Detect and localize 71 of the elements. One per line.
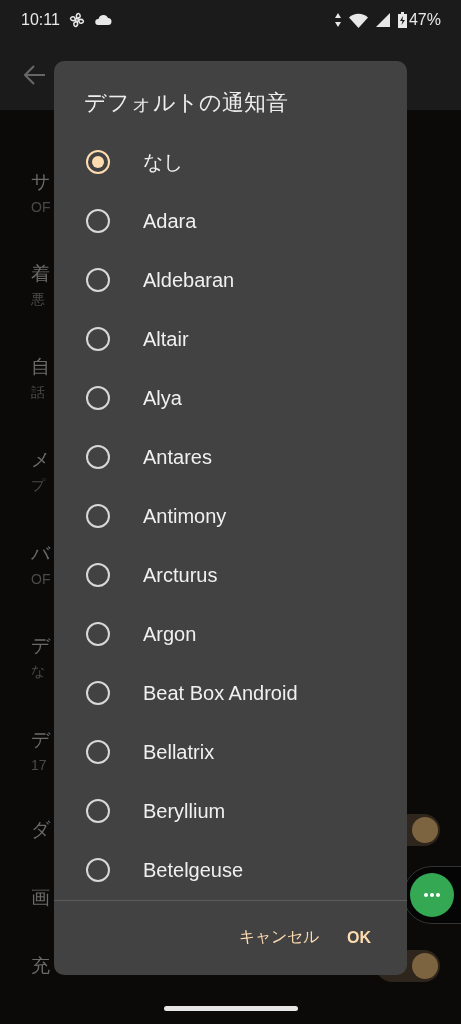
- ringtone-option[interactable]: Altair: [54, 309, 407, 369]
- option-label: Bellatrix: [143, 740, 215, 764]
- setting-title: サ: [31, 169, 50, 194]
- setting-title: 自: [31, 354, 50, 379]
- option-label: Aldebaran: [143, 268, 235, 292]
- cancel-button[interactable]: キャンセル: [231, 919, 327, 957]
- ringtone-option[interactable]: なし: [54, 132, 407, 192]
- radio-button[interactable]: [86, 209, 110, 233]
- setting-summary: OF: [31, 570, 51, 587]
- more-button[interactable]: [410, 873, 454, 917]
- option-label: Arcturus: [143, 563, 218, 587]
- cloud-icon: [93, 14, 112, 26]
- setting-title: 画: [31, 886, 50, 910]
- setting-title: 着: [31, 261, 50, 286]
- radio-button[interactable]: [86, 740, 110, 764]
- ringtone-option[interactable]: Beryllium: [54, 781, 407, 841]
- radio-button[interactable]: [86, 268, 110, 292]
- option-label: Betelgeuse: [143, 858, 244, 882]
- setting-title: デ: [31, 727, 50, 752]
- battery-icon: [397, 12, 407, 28]
- setting-summary: な: [31, 662, 45, 681]
- radio-button[interactable]: [86, 563, 110, 587]
- setting-summary: 話: [31, 383, 45, 402]
- option-label: Altair: [143, 327, 189, 351]
- ringtone-option[interactable]: Betelgeuse: [54, 840, 407, 900]
- more-dots-icon: [424, 893, 440, 897]
- option-label: Alya: [143, 386, 182, 410]
- wifi-icon: [348, 12, 368, 28]
- radio-button[interactable]: [86, 799, 110, 823]
- setting-summary: 悪: [31, 290, 45, 309]
- option-label: Antimony: [143, 504, 227, 528]
- radio-button[interactable]: [86, 327, 110, 351]
- option-label: Adara: [143, 209, 197, 233]
- radio-button[interactable]: [86, 445, 110, 469]
- dialog-title: デフォルトの通知音: [83, 89, 289, 117]
- back-arrow-icon[interactable]: [24, 65, 46, 85]
- radio-button[interactable]: [86, 386, 110, 410]
- ringtone-option[interactable]: Arcturus: [54, 545, 407, 605]
- navigation-handle[interactable]: [164, 1006, 298, 1011]
- status-time: 10:11: [21, 11, 60, 29]
- setting-summary: プ: [31, 476, 45, 495]
- option-label: Antares: [143, 445, 212, 469]
- setting-title: ダ: [31, 818, 50, 842]
- radio-button[interactable]: [86, 858, 110, 882]
- signal-icon: [375, 13, 390, 27]
- radio-button[interactable]: [86, 504, 110, 528]
- battery-percent: 47%: [408, 11, 441, 29]
- ringtone-option[interactable]: Antares: [54, 427, 407, 487]
- option-label: Beat Box Android: [143, 681, 298, 705]
- setting-summary: OF: [31, 198, 51, 215]
- ringtone-option[interactable]: Bellatrix: [54, 722, 407, 782]
- ringtone-option[interactable]: Argon: [54, 604, 407, 664]
- ringtone-option[interactable]: Alya: [54, 368, 407, 428]
- radio-button[interactable]: [86, 681, 110, 705]
- ringtone-option[interactable]: Antimony: [54, 486, 407, 546]
- setting-title: デ: [31, 633, 50, 658]
- setting-title: バ: [31, 541, 50, 566]
- ok-button[interactable]: OK: [339, 920, 379, 955]
- setting-title: 充: [31, 954, 50, 978]
- radio-button[interactable]: [86, 150, 110, 174]
- radio-button[interactable]: [86, 622, 110, 646]
- fan-icon: [67, 11, 86, 29]
- data-arrows-icon: [334, 13, 341, 27]
- option-label: Beryllium: [143, 799, 226, 823]
- option-label: なし: [143, 149, 183, 175]
- ringtone-option[interactable]: Beat Box Android: [54, 663, 407, 723]
- setting-summary: 17: [31, 756, 47, 773]
- ringtone-option[interactable]: Aldebaran: [54, 250, 407, 310]
- setting-title: メ: [31, 447, 50, 472]
- ringtone-option[interactable]: Adara: [54, 191, 407, 251]
- option-label: Argon: [143, 622, 197, 646]
